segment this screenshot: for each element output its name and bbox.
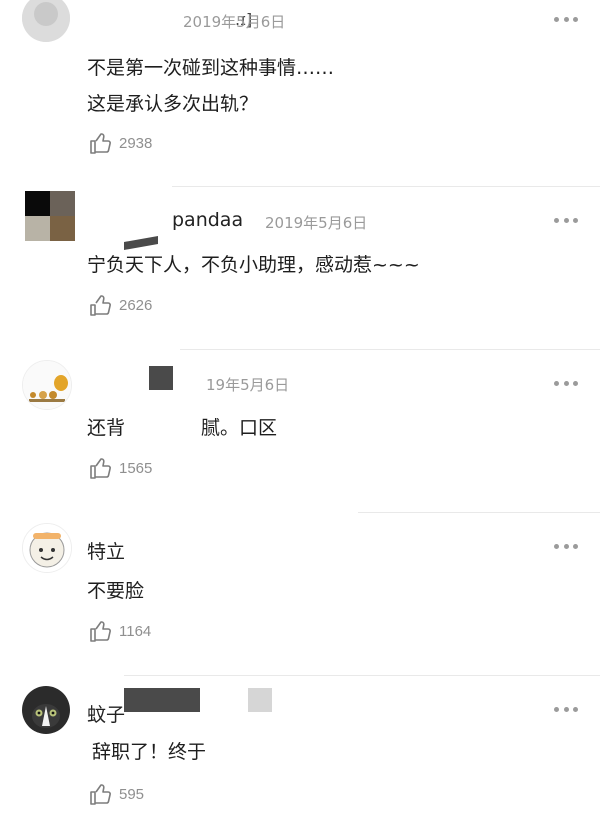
- avatar-icon: [25, 191, 75, 241]
- like-count: 1164: [119, 622, 152, 640]
- like-count: 2938: [119, 134, 153, 152]
- more-options-icon[interactable]: [554, 702, 578, 716]
- comment-text-line-1: 不要脸: [87, 580, 145, 602]
- more-options-icon[interactable]: [554, 12, 578, 26]
- more-options-icon[interactable]: [554, 213, 578, 227]
- comment-date: 2019年5月6日: [183, 13, 286, 31]
- comment-item-5: 蚊子 辞职了！终于 595: [0, 676, 600, 818]
- thumbs-up-icon: [90, 295, 111, 316]
- avatar[interactable]: [22, 360, 72, 410]
- like-count: 595: [119, 785, 145, 803]
- redaction: [248, 688, 272, 712]
- comment-text-line-1: 不是第一次碰到这种事情……: [87, 57, 335, 79]
- redaction: [100, 187, 180, 235]
- comment-item-3: 19年5月6日 还背 腻。口区 1565: [0, 350, 600, 512]
- more-options-icon[interactable]: [554, 376, 578, 390]
- redaction: [149, 366, 173, 390]
- avatar[interactable]: [25, 191, 75, 241]
- thumbs-up-icon: [90, 621, 111, 642]
- avatar-icon: [22, 686, 70, 734]
- redaction: [124, 236, 158, 250]
- like-button[interactable]: 1164: [89, 619, 151, 643]
- thumbs-up-icon: [90, 784, 111, 805]
- username[interactable]: 特立: [87, 537, 125, 564]
- comment-item-2: pandaa 2019年5月6日 宁负天下人，不负小助理，感动惹~~~ 2626: [0, 187, 600, 349]
- username[interactable]: pandaa: [172, 209, 243, 231]
- more-options-icon[interactable]: [554, 539, 578, 553]
- like-button[interactable]: 2626: [89, 293, 152, 317]
- avatar[interactable]: [22, 523, 72, 573]
- comment-date: 19年5月6日: [206, 376, 290, 394]
- comment-text-line-2: 这是承认多次出轨？: [87, 93, 259, 115]
- avatar[interactable]: [22, 686, 70, 734]
- redaction: [74, 350, 204, 400]
- avatar[interactable]: [22, 0, 70, 42]
- thumbs-up-icon: [90, 458, 111, 479]
- like-button[interactable]: 595: [89, 782, 144, 806]
- avatar-icon: [23, 361, 71, 409]
- redaction: [124, 688, 200, 712]
- like-count: 2626: [119, 296, 153, 314]
- like-button[interactable]: 1565: [89, 456, 152, 480]
- comment-text-line-1: 辞职了！终于: [92, 741, 207, 763]
- avatar-icon: [23, 524, 71, 572]
- avatar-icon: [22, 0, 70, 42]
- like-button[interactable]: 2938: [89, 131, 152, 155]
- thumbs-up-icon: [90, 133, 111, 154]
- comment-date: 2019年5月6日: [265, 214, 368, 232]
- comment-item-4: 特立 不要脸 1164: [0, 513, 600, 675]
- comment-text-line-1: 还背 腻。口区: [87, 417, 278, 439]
- comment-item-1: .ɪ] 2019年5月6日 不是第一次碰到这种事情…… 这是承认多次出轨？ 29…: [0, 0, 600, 186]
- username[interactable]: 蚊子: [87, 700, 125, 727]
- like-count: 1565: [119, 459, 153, 477]
- redaction: [132, 513, 360, 569]
- comment-text-line-1: 宁负天下人，不负小助理，感动惹~~~: [87, 254, 420, 276]
